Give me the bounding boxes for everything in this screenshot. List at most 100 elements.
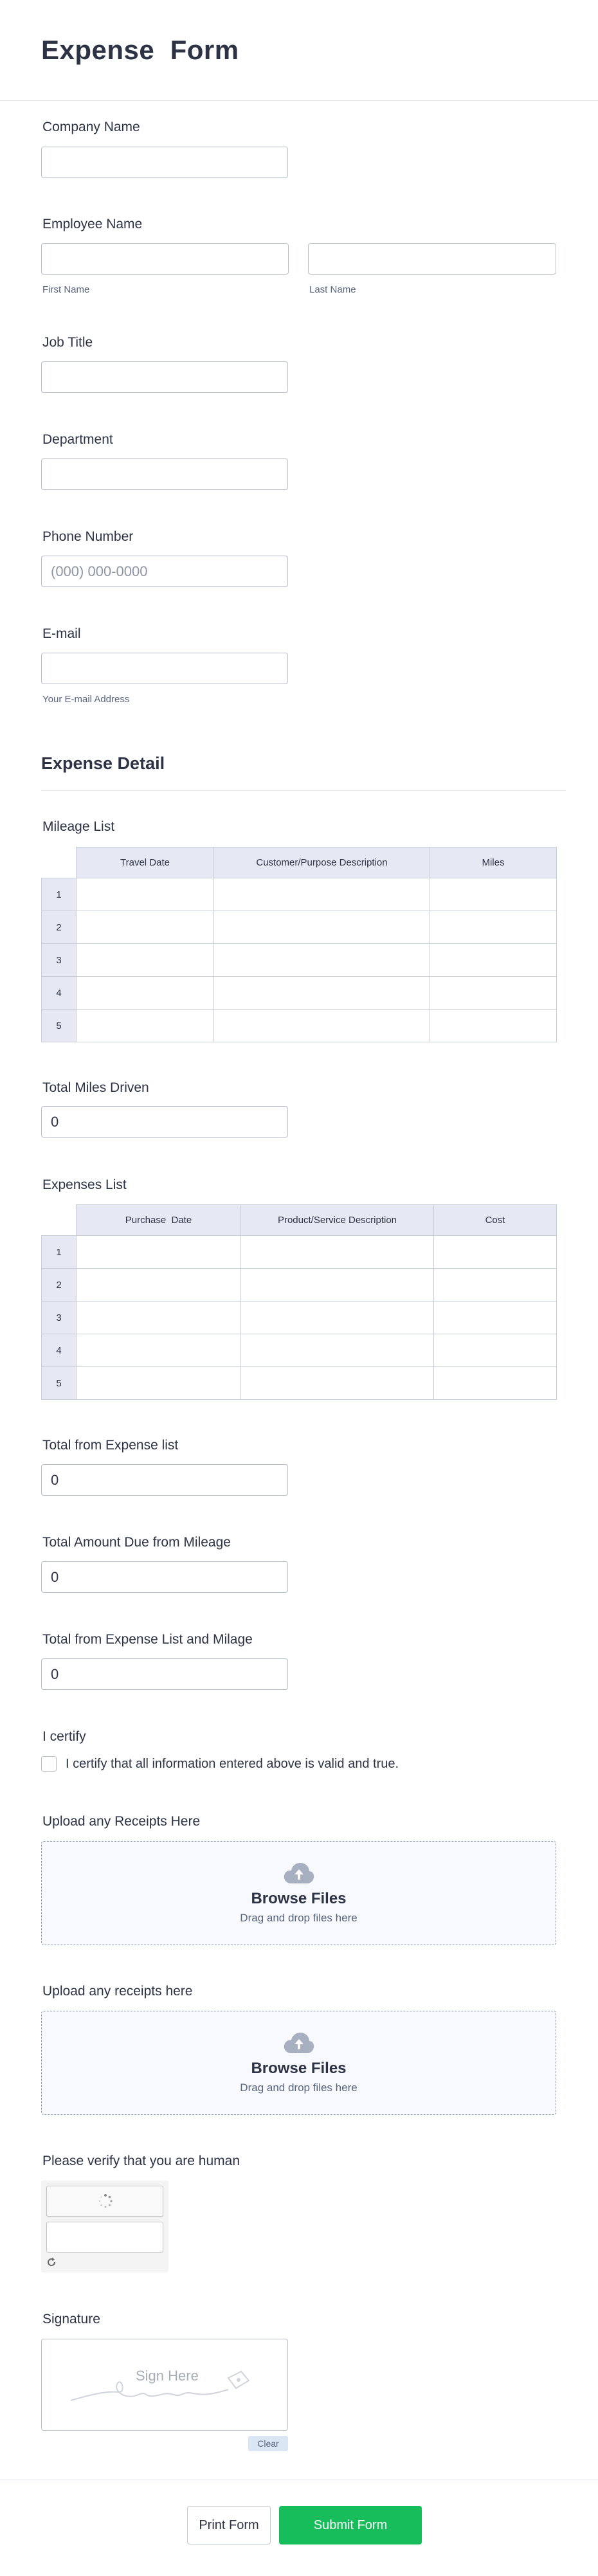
sign-here-placeholder: Sign Here xyxy=(136,2368,199,2384)
row-number: 3 xyxy=(41,943,77,977)
upload-receipts-2-dropzone[interactable]: Browse Files Drag and drop files here xyxy=(41,2011,556,2115)
table-cell[interactable] xyxy=(433,1268,557,1302)
table-cell[interactable] xyxy=(213,878,430,911)
department-input[interactable] xyxy=(41,458,288,490)
row-number: 3 xyxy=(41,1301,77,1334)
clear-signature-button[interactable]: Clear xyxy=(248,2436,288,2451)
employee-name-label: Employee Name xyxy=(42,217,143,231)
table-cell[interactable] xyxy=(430,1009,557,1042)
table-cell[interactable] xyxy=(213,1009,430,1042)
table-cell[interactable] xyxy=(240,1301,434,1334)
submit-form-button[interactable]: Submit Form xyxy=(279,2506,422,2544)
row-number: 2 xyxy=(41,911,77,944)
signature-pad[interactable]: Sign Here xyxy=(41,2339,288,2431)
table-cell[interactable] xyxy=(430,911,557,944)
cloud-upload-icon xyxy=(284,2033,314,2053)
certify-label: I certify xyxy=(42,1729,86,1744)
table-corner xyxy=(41,847,77,878)
table-row: 3 xyxy=(41,1301,557,1334)
column-header: Cost xyxy=(433,1204,557,1236)
last-name-sublabel: Last Name xyxy=(309,284,356,295)
print-form-button[interactable]: Print Form xyxy=(187,2506,271,2544)
row-number: 2 xyxy=(41,1268,77,1302)
row-number: 1 xyxy=(41,1235,77,1269)
total-miles-input[interactable]: 0 xyxy=(41,1106,288,1138)
table-cell[interactable] xyxy=(76,976,214,1010)
upload-receipts-label: Upload any Receipts Here xyxy=(42,1814,201,1829)
browse-files-text[interactable]: Browse Files xyxy=(251,1890,346,1908)
table-cell[interactable] xyxy=(430,878,557,911)
table-cell[interactable] xyxy=(213,911,430,944)
table-row: 2 xyxy=(41,911,557,944)
captcha-input[interactable] xyxy=(46,2222,163,2253)
table-cell[interactable] xyxy=(76,878,214,911)
table-cell[interactable] xyxy=(433,1235,557,1269)
section-divider xyxy=(41,790,566,791)
drag-drop-text: Drag and drop files here xyxy=(240,2082,358,2094)
upload-receipts-dropzone[interactable]: Browse Files Drag and drop files here xyxy=(41,1841,556,1945)
row-number: 4 xyxy=(41,976,77,1010)
column-header: Product/Service Description xyxy=(240,1204,434,1236)
browse-files-text[interactable]: Browse Files xyxy=(251,2060,346,2078)
certify-checkbox[interactable] xyxy=(41,1756,57,1772)
captcha-challenge[interactable] xyxy=(46,2186,163,2217)
refresh-icon[interactable] xyxy=(46,2257,57,2267)
drag-drop-text: Drag and drop files here xyxy=(240,1912,358,1924)
certify-text: I certify that all information entered a… xyxy=(66,1757,399,1771)
upload-receipts-2-label: Upload any receipts here xyxy=(42,1984,193,1999)
captcha-label: Please verify that you are human xyxy=(42,2154,240,2168)
expense-detail-heading: Expense Detail xyxy=(41,754,165,773)
table-cell[interactable] xyxy=(76,1366,241,1400)
table-row: 5 xyxy=(41,1009,557,1042)
table-row: 2 xyxy=(41,1268,557,1302)
table-cell[interactable] xyxy=(433,1366,557,1400)
last-name-input[interactable] xyxy=(308,243,556,275)
loading-spinner-icon xyxy=(98,2194,113,2208)
email-input[interactable] xyxy=(41,653,288,684)
table-cell[interactable] xyxy=(430,943,557,977)
signature-label: Signature xyxy=(42,2312,100,2327)
table-row: 1 xyxy=(41,1235,557,1269)
total-combined-input[interactable]: 0 xyxy=(41,1658,288,1690)
table-row: 3 xyxy=(41,943,557,977)
mileage-list-label: Mileage List xyxy=(42,819,115,834)
table-cell[interactable] xyxy=(76,1009,214,1042)
mileage-table: Travel Date Customer/Purpose Description… xyxy=(41,847,557,1042)
first-name-input[interactable] xyxy=(41,243,289,275)
phone-input[interactable]: (000) 000-0000 xyxy=(41,556,288,587)
table-cell[interactable] xyxy=(76,1268,241,1302)
total-mileage-due-input[interactable]: 0 xyxy=(41,1561,288,1593)
table-cell[interactable] xyxy=(213,943,430,977)
total-combined-label: Total from Expense List and Milage xyxy=(42,1632,253,1647)
table-cell[interactable] xyxy=(430,976,557,1010)
table-cell[interactable] xyxy=(213,976,430,1010)
form-title: Expense Form xyxy=(41,35,239,65)
expenses-list-label: Expenses List xyxy=(42,1177,127,1192)
row-number: 4 xyxy=(41,1334,77,1367)
table-cell[interactable] xyxy=(76,943,214,977)
email-label: E-mail xyxy=(42,626,81,641)
table-cell[interactable] xyxy=(433,1301,557,1334)
table-cell[interactable] xyxy=(76,1235,241,1269)
company-name-input[interactable] xyxy=(41,147,288,178)
column-header: Miles xyxy=(430,847,557,878)
row-number: 5 xyxy=(41,1009,77,1042)
table-cell[interactable] xyxy=(76,1301,241,1334)
table-row: 1 xyxy=(41,878,557,911)
table-cell[interactable] xyxy=(76,1334,241,1367)
row-number: 1 xyxy=(41,878,77,911)
department-label: Department xyxy=(42,432,113,447)
job-title-label: Job Title xyxy=(42,335,93,350)
table-cell[interactable] xyxy=(240,1366,434,1400)
table-cell[interactable] xyxy=(240,1235,434,1269)
job-title-input[interactable] xyxy=(41,361,288,393)
table-row: 4 xyxy=(41,1334,557,1367)
total-miles-label: Total Miles Driven xyxy=(42,1080,149,1095)
total-expense-input[interactable]: 0 xyxy=(41,1464,288,1496)
table-cell[interactable] xyxy=(76,911,214,944)
total-expense-label: Total from Expense list xyxy=(42,1438,179,1453)
table-cell[interactable] xyxy=(240,1268,434,1302)
table-cell[interactable] xyxy=(240,1334,434,1367)
table-cell[interactable] xyxy=(433,1334,557,1367)
total-mileage-due-label: Total Amount Due from Mileage xyxy=(42,1535,231,1550)
